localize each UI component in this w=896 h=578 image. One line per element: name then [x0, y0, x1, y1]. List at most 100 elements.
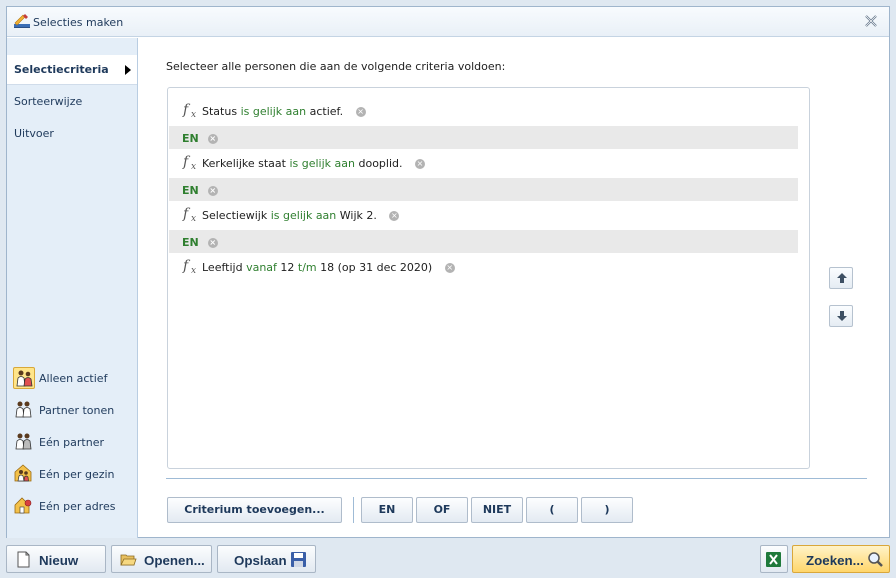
family-icon	[13, 463, 35, 485]
selection-app-icon	[14, 14, 30, 28]
function-icon: fx	[182, 154, 196, 171]
remove-icon[interactable]: ×	[207, 186, 218, 196]
criterion-field: Status	[202, 105, 238, 118]
option-label: Partner tonen	[39, 404, 115, 417]
not-button[interactable]: NIET	[471, 497, 523, 523]
criterion-field: Leeftijd	[202, 261, 243, 274]
search-button[interactable]: Zoeken...	[792, 545, 890, 573]
nav-label: Sorteerwijze	[14, 95, 83, 108]
connector-row[interactable]: EN ×	[169, 126, 798, 149]
nav-label: Uitvoer	[14, 127, 54, 140]
criterion-value: actief.	[309, 105, 344, 118]
svg-text:x: x	[191, 162, 196, 171]
remove-icon[interactable]: ×	[389, 211, 400, 221]
remove-icon[interactable]: ×	[444, 263, 455, 273]
option-alleen-actief[interactable]: Alleen actief	[13, 367, 138, 391]
new-label: Nieuw	[39, 553, 79, 568]
floppy-disk-icon	[291, 552, 306, 567]
window-title: Selecties maken	[33, 16, 124, 29]
selecties-dialog: Selecties maken Selectiecriteria Sorteer…	[6, 6, 890, 538]
option-label: Eén per adres	[39, 500, 116, 513]
connector-label: EN	[182, 132, 199, 145]
criterion-row[interactable]: fx Status is gelijk aan actief. ×	[169, 99, 798, 122]
option-partner-tonen[interactable]: Partner tonen	[13, 399, 138, 423]
criteria-list: fx Status is gelijk aan actief. × EN × fx…	[167, 87, 810, 469]
remove-icon[interactable]: ×	[355, 107, 366, 117]
option-label: Eén per gezin	[39, 468, 115, 481]
close-parenthesis-button[interactable]: )	[581, 497, 633, 523]
criterion-field: Selectiewijk	[202, 209, 268, 222]
nav-selectiecriteria[interactable]: Selectiecriteria	[7, 55, 137, 85]
connector-label: EN	[182, 236, 199, 249]
criterion-row[interactable]: fx Selectiewijk is gelijk aan Wijk 2. ×	[169, 203, 798, 226]
criteria-panel: Selecteer alle personen die aan de volge…	[139, 38, 889, 538]
arrow-down-icon	[837, 311, 847, 321]
svg-text:f: f	[182, 154, 191, 170]
criterion-value: Wijk 2.	[339, 209, 377, 222]
criterion-value-range: t/m	[297, 261, 317, 274]
save-button[interactable]: Opslaan	[217, 545, 316, 573]
move-down-button[interactable]	[829, 305, 853, 327]
search-label: Zoeken...	[806, 553, 864, 568]
search-icon	[868, 552, 883, 567]
option-een-per-gezin[interactable]: Eén per gezin	[13, 463, 138, 487]
button-separator	[353, 497, 354, 523]
chevron-right-icon	[125, 65, 131, 75]
svg-text:x: x	[191, 266, 196, 275]
people-partner-icon	[13, 399, 35, 421]
connector-label: EN	[182, 184, 199, 197]
open-button[interactable]: Openen...	[111, 545, 212, 573]
close-icon[interactable]	[863, 13, 879, 29]
save-label: Opslaan	[234, 553, 287, 568]
svg-text:f: f	[182, 102, 191, 118]
excel-export-button[interactable]	[760, 545, 788, 573]
criterion-value-to: 18 (op 31 dec 2020)	[320, 261, 433, 274]
svg-text:x: x	[191, 214, 196, 223]
address-icon	[13, 495, 35, 517]
option-label: Eén partner	[39, 436, 105, 449]
new-button[interactable]: Nieuw	[6, 545, 106, 573]
nav-sorteerwijze[interactable]: Sorteerwijze	[7, 87, 137, 117]
svg-text:f: f	[182, 206, 191, 222]
function-icon: fx	[182, 206, 196, 223]
criterion-value: dooplid.	[358, 157, 403, 170]
arrow-up-icon	[837, 273, 847, 283]
function-icon: fx	[182, 102, 196, 119]
svg-text:f: f	[182, 258, 191, 274]
remove-icon[interactable]: ×	[207, 134, 218, 144]
bottom-toolbar: Nieuw Openen... Opslaan Zoeken...	[0, 540, 896, 578]
and-button[interactable]: EN	[361, 497, 413, 523]
nav-uitvoer[interactable]: Uitvoer	[7, 119, 137, 149]
connector-row[interactable]: EN ×	[169, 178, 798, 201]
option-label: Alleen actief	[39, 372, 108, 385]
criterion-operator: is gelijk aan	[289, 157, 355, 170]
sidebar: Selectiecriteria Sorteerwijze Uitvoer Al…	[7, 38, 138, 538]
nav-label: Selectiecriteria	[14, 63, 109, 76]
option-een-per-adres[interactable]: Eén per adres	[13, 495, 138, 519]
function-icon: fx	[182, 258, 196, 275]
one-partner-icon	[13, 431, 35, 453]
criterion-row[interactable]: fx Kerkelijke staat is gelijk aan doopli…	[169, 151, 798, 174]
folder-open-icon	[120, 554, 137, 566]
criterion-row[interactable]: fx Leeftijd vanaf 12 t/m 18 (op 31 dec 2…	[169, 255, 798, 278]
connector-row[interactable]: EN ×	[169, 230, 798, 253]
add-criterion-button[interactable]: Criterium toevoegen...	[167, 497, 342, 523]
people-active-icon	[13, 367, 35, 389]
divider	[166, 478, 867, 479]
move-up-button[interactable]	[829, 267, 853, 289]
new-document-icon	[17, 551, 30, 568]
criterion-operator: is gelijk aan	[240, 105, 307, 118]
remove-icon[interactable]: ×	[415, 159, 426, 169]
remove-icon[interactable]: ×	[207, 238, 218, 248]
open-label: Openen...	[144, 553, 205, 568]
criterion-value-from: 12	[280, 261, 295, 274]
option-een-partner[interactable]: Eén partner	[13, 431, 138, 455]
or-button[interactable]: OF	[416, 497, 468, 523]
title-bar: Selecties maken	[7, 7, 889, 37]
svg-text:x: x	[191, 110, 196, 119]
excel-icon	[766, 552, 781, 567]
criterion-field: Kerkelijke staat	[202, 157, 286, 170]
intro-text: Selecteer alle personen die aan de volge…	[166, 60, 506, 73]
open-parenthesis-button[interactable]: (	[526, 497, 578, 523]
criterion-operator: vanaf	[246, 261, 277, 274]
